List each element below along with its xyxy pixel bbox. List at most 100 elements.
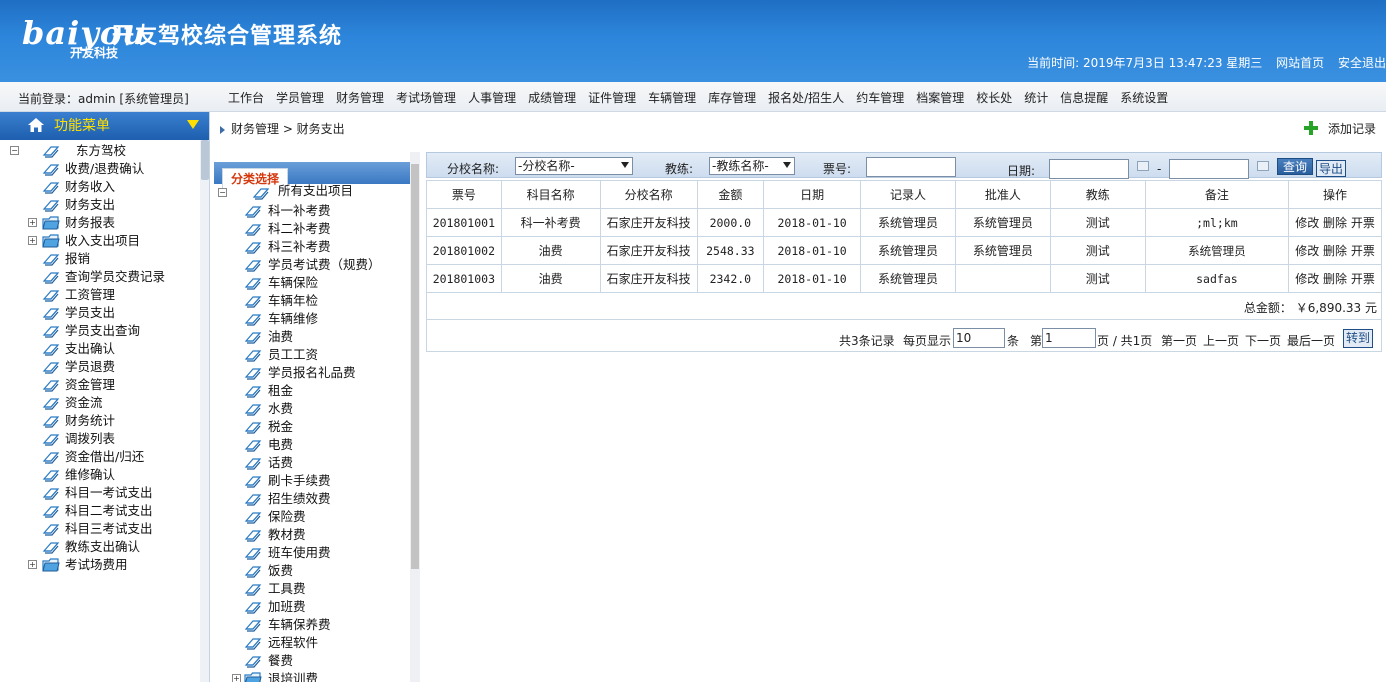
category-scrollbar[interactable] — [410, 152, 420, 682]
collapse-icon[interactable]: − — [218, 188, 227, 197]
collapse-icon[interactable]: − — [10, 146, 19, 155]
category-item[interactable]: 税金 — [214, 418, 404, 436]
menu-item-15[interactable]: 系统设置 — [1114, 82, 1174, 112]
sidebar-item[interactable]: 收费/退费确认 — [0, 160, 200, 178]
category-item[interactable]: 教材费 — [214, 526, 404, 544]
sidebar-item[interactable]: + 收入支出项目 — [0, 232, 200, 250]
next-page-link[interactable]: 下一页 — [1245, 332, 1281, 349]
menu-item-10[interactable]: 约车管理 — [850, 82, 910, 112]
branch-select[interactable]: -分校名称- — [515, 157, 633, 175]
sidebar-scrollbar[interactable] — [200, 140, 209, 682]
date-start-input[interactable] — [1049, 159, 1129, 179]
sidebar-item[interactable]: 资金借出/归还 — [0, 448, 200, 466]
sidebar-item[interactable]: 财务收入 — [0, 178, 200, 196]
category-item[interactable]: 学员报名礼品费 — [214, 364, 404, 382]
category-item[interactable]: 车辆维修 — [214, 310, 404, 328]
expand-icon[interactable]: + — [28, 236, 37, 245]
category-item[interactable]: 餐费 — [214, 652, 404, 670]
sidebar-item[interactable]: 科目三考试支出 — [0, 520, 200, 538]
expand-icon[interactable]: + — [28, 560, 37, 569]
category-item[interactable]: 租金 — [214, 382, 404, 400]
menu-item-7[interactable]: 车辆管理 — [642, 82, 702, 112]
category-item[interactable]: 话费 — [214, 454, 404, 472]
expand-icon[interactable]: + — [232, 674, 241, 682]
sidebar-item[interactable]: 科目二考试支出 — [0, 502, 200, 520]
category-item[interactable]: 车辆年检 — [214, 292, 404, 310]
sidebar-item[interactable]: 工资管理 — [0, 286, 200, 304]
category-item[interactable]: 班车使用费 — [214, 544, 404, 562]
sidebar-item[interactable]: 维修确认 — [0, 466, 200, 484]
last-page-link[interactable]: 最后一页 — [1287, 332, 1335, 349]
calendar-icon[interactable] — [1137, 161, 1149, 171]
logout-link[interactable]: 安全退出 — [1338, 56, 1386, 70]
sidebar-item[interactable]: 科目一考试支出 — [0, 484, 200, 502]
category-item[interactable]: 招生绩效费 — [214, 490, 404, 508]
category-item[interactable]: 车辆保险 — [214, 274, 404, 292]
menu-item-12[interactable]: 校长处 — [970, 82, 1018, 112]
export-button[interactable]: 导出 — [1316, 160, 1346, 177]
sidebar-item[interactable]: + 考试场费用 — [0, 556, 200, 574]
sidebar-item[interactable]: 学员支出 — [0, 304, 200, 322]
category-item[interactable]: 水费 — [214, 400, 404, 418]
category-item[interactable]: 加班费 — [214, 598, 404, 616]
date-end-input[interactable] — [1169, 159, 1249, 179]
sidebar-item[interactable]: 财务支出 — [0, 196, 200, 214]
ticket-input[interactable] — [866, 157, 956, 177]
category-item[interactable]: 科二补考费 — [214, 220, 404, 238]
per-page-input[interactable]: 10 — [953, 328, 1005, 348]
category-item[interactable]: 油费 — [214, 328, 404, 346]
sidebar-item[interactable]: 支出确认 — [0, 340, 200, 358]
row-actions[interactable]: 修改 删除 开票 — [1288, 236, 1382, 265]
menu-item-8[interactable]: 库存管理 — [702, 82, 762, 112]
category-item[interactable]: 车辆保养费 — [214, 616, 404, 634]
row-actions[interactable]: 修改 删除 开票 — [1288, 208, 1382, 237]
sidebar-item[interactable]: 教练支出确认 — [0, 538, 200, 556]
menu-item-5[interactable]: 成绩管理 — [522, 82, 582, 112]
menu-item-13[interactable]: 统计 — [1018, 82, 1054, 112]
calendar-icon[interactable] — [1257, 161, 1269, 171]
row-actions[interactable]: 修改 删除 开票 — [1288, 264, 1382, 293]
sidebar-item[interactable]: 报销 — [0, 250, 200, 268]
sidebar-item[interactable]: 资金流 — [0, 394, 200, 412]
category-item[interactable]: 饭费 — [214, 562, 404, 580]
category-item[interactable]: 科一补考费 — [214, 202, 404, 220]
tree-root[interactable]: − 东方驾校 — [0, 142, 200, 160]
sidebar-item[interactable]: 查询学员交费记录 — [0, 268, 200, 286]
sidebar-item[interactable]: 资金管理 — [0, 376, 200, 394]
home-link[interactable]: 网站首页 — [1276, 56, 1324, 70]
sidebar-item[interactable]: 调拨列表 — [0, 430, 200, 448]
sidebar-title[interactable]: 功能菜单 — [0, 112, 209, 140]
category-item[interactable]: 刷卡手续费 — [214, 472, 404, 490]
menu-item-1[interactable]: 学员管理 — [270, 82, 330, 112]
menu-item-2[interactable]: 财务管理 — [330, 82, 390, 112]
category-item[interactable]: 工具费 — [214, 580, 404, 598]
menu-item-14[interactable]: 信息提醒 — [1054, 82, 1114, 112]
page-number-input[interactable]: 1 — [1042, 328, 1096, 348]
category-scroll-thumb[interactable] — [411, 164, 419, 569]
add-record-button[interactable]: 添加记录 — [1303, 120, 1376, 137]
menu-item-3[interactable]: 考试场管理 — [390, 82, 462, 112]
menu-item-9[interactable]: 报名处/招生人 — [762, 82, 850, 112]
menu-item-0[interactable]: 工作台 — [222, 82, 270, 112]
category-item[interactable]: 电费 — [214, 436, 404, 454]
category-item[interactable]: 保险费 — [214, 508, 404, 526]
category-item[interactable]: 远程软件 — [214, 634, 404, 652]
prev-page-link[interactable]: 上一页 — [1203, 332, 1239, 349]
query-button[interactable]: 查询 — [1277, 158, 1313, 175]
menu-item-11[interactable]: 档案管理 — [910, 82, 970, 112]
menu-item-4[interactable]: 人事管理 — [462, 82, 522, 112]
category-item[interactable]: + 退培训费 — [214, 670, 404, 682]
sidebar-item[interactable]: + 财务报表 — [0, 214, 200, 232]
sidebar-item[interactable]: 财务统计 — [0, 412, 200, 430]
expand-icon[interactable]: + — [28, 218, 37, 227]
sidebar-item[interactable]: 学员退费 — [0, 358, 200, 376]
category-root[interactable]: − 所有支出项目 — [214, 184, 404, 202]
coach-select[interactable]: -教练名称- — [709, 157, 795, 175]
menu-item-6[interactable]: 证件管理 — [582, 82, 642, 112]
collapse-triangle-icon[interactable] — [187, 120, 199, 129]
sidebar-scroll-thumb[interactable] — [201, 140, 209, 180]
category-item[interactable]: 学员考试费（规费） — [214, 256, 404, 274]
go-button[interactable]: 转到 — [1343, 329, 1373, 348]
sidebar-item[interactable]: 学员支出查询 — [0, 322, 200, 340]
category-item[interactable]: 员工工资 — [214, 346, 404, 364]
